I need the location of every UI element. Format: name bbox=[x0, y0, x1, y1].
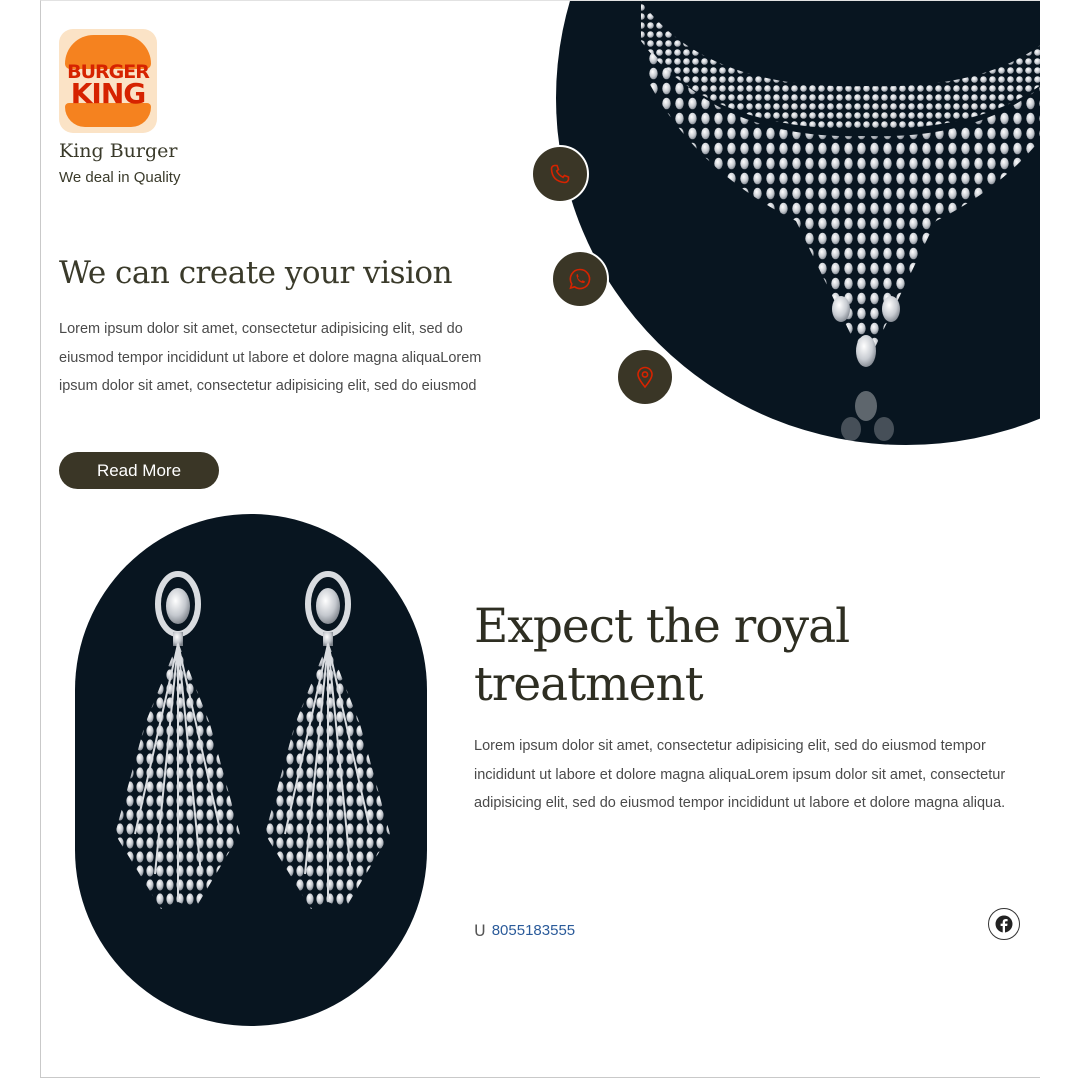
feature-paragraph: Lorem ipsum dolor sit amet, consectetur … bbox=[474, 738, 1006, 811]
page-frame: BURGER KING King Burger We deal in Quali… bbox=[40, 0, 1040, 1078]
phone-number-link[interactable]: 8055183555 bbox=[492, 922, 575, 939]
whatsapp-icon[interactable] bbox=[551, 250, 609, 308]
burger-king-logo: BURGER KING bbox=[59, 29, 157, 133]
location-pin-icon[interactable] bbox=[616, 348, 674, 406]
phone-icon[interactable] bbox=[531, 145, 589, 203]
phone-contact: U 8055183555 bbox=[474, 921, 575, 940]
hero-paragraph: Lorem ipsum dolor sit amet, consectetur … bbox=[59, 321, 482, 394]
hero-heading: We can create your vision bbox=[59, 255, 453, 291]
phone-glyph: U bbox=[474, 921, 486, 940]
brand-tagline: We deal in Quality bbox=[59, 169, 181, 186]
earrings-illustration bbox=[115, 571, 390, 909]
facebook-icon[interactable] bbox=[988, 908, 1020, 940]
earrings-image bbox=[75, 514, 427, 1026]
read-more-button[interactable]: Read More bbox=[59, 452, 219, 489]
feature-heading: Expect the royal treatment bbox=[474, 599, 850, 712]
brand-name: King Burger bbox=[59, 140, 178, 162]
logo-text-line2: KING bbox=[70, 77, 147, 110]
